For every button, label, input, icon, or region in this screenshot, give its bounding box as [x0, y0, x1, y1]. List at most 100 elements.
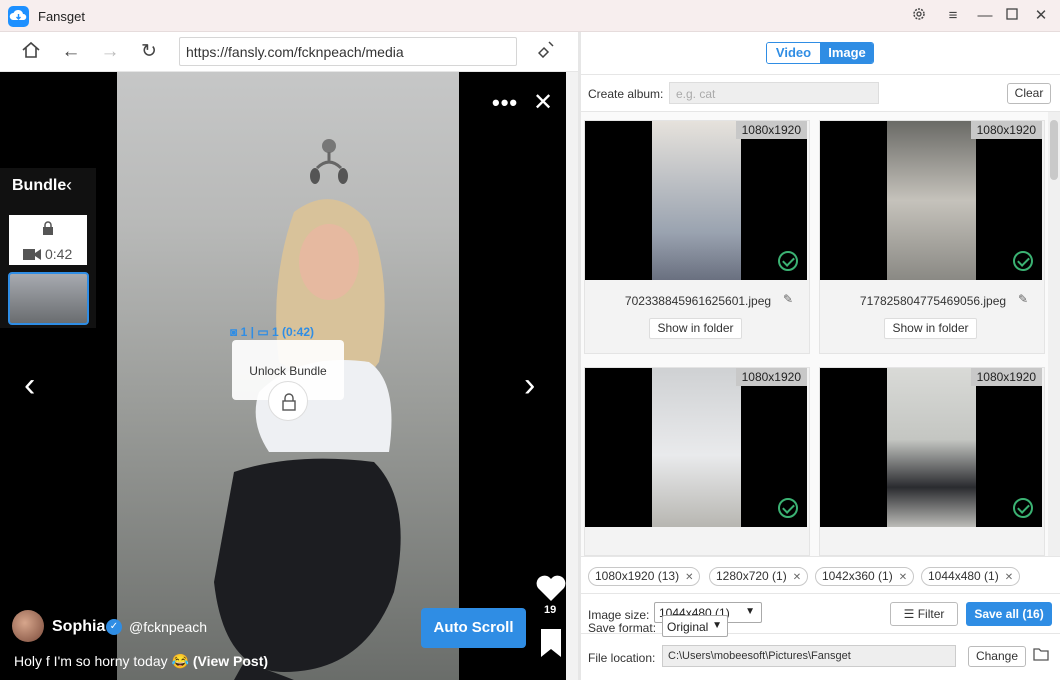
size-tag-label: 1280x720 (1) — [716, 569, 787, 583]
thumbnail-photo — [652, 368, 741, 527]
image-grid: 1080x1920 702338845961625601.jpeg ✎ Show… — [581, 112, 1060, 556]
image-thumbnail[interactable]: 1080x1920 — [585, 121, 807, 280]
settings-gear-icon[interactable] — [909, 6, 929, 26]
photo-count: 1 — [240, 325, 248, 339]
fansget-logo-icon — [8, 6, 29, 27]
file-location-field[interactable]: C:\Users\mobeesoft\Pictures\Fansget — [662, 645, 956, 667]
photo-count-icon: ◙ — [230, 325, 238, 339]
size-tag[interactable]: 1042x360 (1) ✕ — [815, 567, 915, 586]
minimize-icon[interactable]: — — [975, 6, 995, 26]
remove-tag-icon[interactable]: ✕ — [899, 572, 907, 583]
remove-tag-icon[interactable]: ✕ — [685, 572, 693, 583]
grid-scrollbar[interactable] — [1048, 112, 1060, 556]
bundle-thumbnail-video[interactable]: 0:42 — [9, 215, 87, 265]
url-field[interactable]: https://fansly.com/fcknpeach/media — [179, 37, 517, 66]
clear-cache-broom-icon[interactable] — [535, 40, 559, 64]
creator-name[interactable]: Sophia — [52, 618, 105, 636]
resolution-badge: 1080x1920 — [970, 121, 1042, 139]
size-tag[interactable]: 1080x1920 (13) ✕ — [588, 567, 701, 586]
unlock-bundle-label: Unlock Bundle — [249, 364, 327, 378]
close-window-icon[interactable]: ✕ — [1031, 6, 1051, 26]
back-arrow-icon[interactable]: ← — [59, 40, 83, 64]
filter-sliders-icon: ☰ — [903, 607, 918, 621]
size-tag[interactable]: 1280x720 (1) ✕ — [709, 567, 809, 586]
tab-image[interactable]: Image — [820, 43, 873, 63]
browser-toolbar: ← → ↻ https://fansly.com/fcknpeach/media — [0, 32, 578, 72]
meta-separator: | ▭ — [250, 325, 272, 339]
next-arrow-icon[interactable]: › — [524, 368, 535, 402]
size-tag-label: 1042x360 (1) — [822, 569, 893, 583]
creator-handle[interactable]: @fcknpeach — [129, 619, 207, 635]
home-icon[interactable] — [19, 40, 43, 64]
image-size-label: Image size: — [588, 608, 650, 622]
album-row: Create album: e.g. cat Clear — [581, 74, 1060, 112]
clear-button[interactable]: Clear — [1007, 83, 1051, 104]
open-folder-icon[interactable] — [1033, 647, 1049, 661]
selected-check-icon[interactable] — [1013, 251, 1033, 271]
edit-pencil-icon[interactable]: ✎ — [783, 292, 793, 306]
remove-tag-icon[interactable]: ✕ — [793, 572, 801, 583]
image-card[interactable]: 1080x1920 717825804775469056.jpeg ✎ Show… — [819, 120, 1045, 354]
view-post-link[interactable]: (View Post) — [193, 653, 268, 669]
file-name: 702338845961625601.jpeg — [624, 294, 772, 308]
show-in-folder-button[interactable]: Show in folder — [649, 318, 742, 339]
video-duration: 0:42 — [45, 246, 73, 262]
image-thumbnail[interactable]: 1080x1920 — [820, 121, 1042, 280]
save-format-select[interactable]: Original ▼ — [662, 615, 728, 637]
viewer-scrollbar[interactable] — [566, 72, 578, 680]
image-card[interactable]: 1080x1920 — [584, 367, 810, 556]
creator-avatar[interactable] — [12, 610, 44, 642]
chevron-down-icon: ▼ — [712, 620, 722, 631]
thumbnail-photo — [887, 368, 976, 527]
video-camera-icon — [23, 249, 41, 260]
selected-check-icon[interactable] — [1013, 498, 1033, 518]
maximize-icon[interactable] — [1002, 6, 1022, 26]
media-viewer: Bundle ‹ 0:42 ‹ › ••• ✕ ◙ 1 | ▭ 1 (0:42)… — [0, 72, 566, 680]
selected-check-icon[interactable] — [778, 498, 798, 518]
resolution-badge: 1080x1920 — [735, 368, 807, 386]
bookmark-icon[interactable] — [540, 628, 562, 658]
image-card[interactable]: 1080x1920 702338845961625601.jpeg ✎ Show… — [584, 120, 810, 354]
media-type-toggle: Video Image — [766, 42, 874, 64]
like-heart-icon[interactable] — [535, 574, 566, 602]
bundle-collapse-chevron-icon[interactable]: ‹ — [66, 175, 72, 196]
bundle-thumbnail-photo-selected[interactable] — [8, 272, 89, 325]
grid-scroll-thumb[interactable] — [1050, 120, 1058, 180]
thumbnail-photo — [887, 121, 976, 280]
edit-pencil-icon[interactable]: ✎ — [1018, 292, 1028, 306]
auto-scroll-button[interactable]: Auto Scroll — [421, 608, 526, 648]
size-tag[interactable]: 1044x480 (1) ✕ — [921, 567, 1021, 586]
unlock-lock-button[interactable] — [268, 381, 308, 421]
more-options-icon[interactable]: ••• — [492, 90, 518, 116]
close-viewer-icon[interactable]: ✕ — [533, 88, 553, 117]
padlock-icon — [282, 393, 296, 411]
filter-label: Filter — [917, 607, 945, 621]
album-name-input[interactable]: e.g. cat — [669, 82, 879, 104]
thumbnail-photo — [652, 121, 741, 280]
post-caption: Holy f I'm so horny today 😂 (View Post) — [14, 653, 268, 670]
verified-badge-icon: ✓ — [106, 619, 122, 635]
size-tags-row: 1080x1920 (13) ✕ 1280x720 (1) ✕ 1042x360 (… — [581, 556, 1060, 594]
remove-tag-icon[interactable]: ✕ — [1005, 572, 1013, 583]
show-in-folder-button[interactable]: Show in folder — [884, 318, 977, 339]
forward-arrow-icon[interactable]: → — [98, 40, 122, 64]
save-format-value: Original — [667, 620, 709, 634]
tab-video[interactable]: Video — [767, 43, 820, 63]
filter-button[interactable]: ☰ Filter — [890, 602, 958, 626]
file-name: 717825804775469056.jpeg — [859, 294, 1007, 308]
caption-text: Holy f I'm so horny today 😂 — [14, 653, 189, 669]
image-thumbnail[interactable]: 1080x1920 — [820, 368, 1042, 527]
video-count: 1 (0:42) — [272, 325, 315, 339]
previous-arrow-icon[interactable]: ‹ — [24, 368, 35, 402]
change-location-button[interactable]: Change — [968, 646, 1026, 667]
menu-hamburger-icon[interactable]: ≡ — [943, 6, 963, 26]
refresh-icon[interactable]: ↻ — [137, 40, 161, 64]
app-title: Fansget — [38, 9, 85, 24]
image-card[interactable]: 1080x1920 — [819, 367, 1045, 556]
save-all-button[interactable]: Save all (16) — [966, 602, 1052, 626]
selected-check-icon[interactable] — [778, 251, 798, 271]
bundle-panel: Bundle ‹ 0:42 — [0, 168, 96, 328]
image-thumbnail[interactable]: 1080x1920 — [585, 368, 807, 527]
album-label: Create album: — [588, 87, 664, 101]
person-photo-image — [214, 199, 401, 680]
